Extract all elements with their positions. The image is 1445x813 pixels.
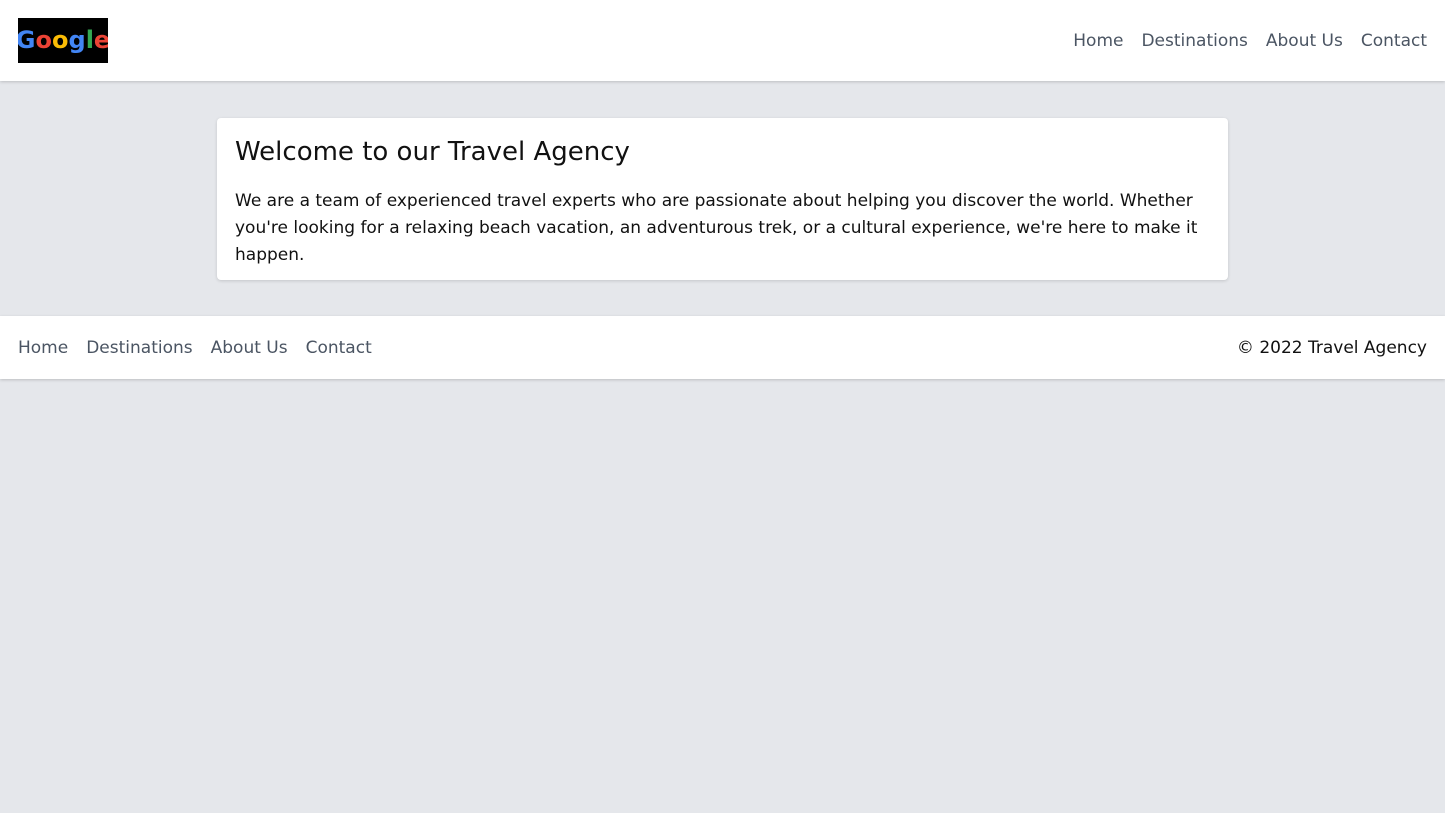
site-header: Google Home Destinations About Us Contac… xyxy=(0,0,1445,81)
welcome-title: Welcome to our Travel Agency xyxy=(235,137,630,167)
header-nav-destinations-link[interactable]: Destinations xyxy=(1141,31,1247,51)
header-nav: Home Destinations About Us Contact xyxy=(1073,31,1427,51)
site-footer: Home Destinations About Us Contact © 202… xyxy=(0,316,1445,379)
footer-nav-home-link[interactable]: Home xyxy=(18,338,68,358)
footer-nav-destinations-link[interactable]: Destinations xyxy=(86,338,192,358)
google-logo-icon: Google xyxy=(18,18,108,63)
footer-nav-about-link[interactable]: About Us xyxy=(211,338,288,358)
header-nav-about-link[interactable]: About Us xyxy=(1266,31,1343,51)
footer-nav: Home Destinations About Us Contact xyxy=(18,338,372,358)
site-logo[interactable]: Google xyxy=(18,18,108,63)
welcome-description: We are a team of experienced travel expe… xyxy=(235,191,1198,265)
header-nav-contact-link[interactable]: Contact xyxy=(1361,31,1427,51)
welcome-card: Welcome to our Travel Agency We are a te… xyxy=(217,118,1228,280)
footer-nav-contact-link[interactable]: Contact xyxy=(306,338,372,358)
svg-text:Google: Google xyxy=(18,26,108,54)
header-nav-home-link[interactable]: Home xyxy=(1073,31,1123,51)
copyright-text: © 2022 Travel Agency xyxy=(1236,337,1427,358)
